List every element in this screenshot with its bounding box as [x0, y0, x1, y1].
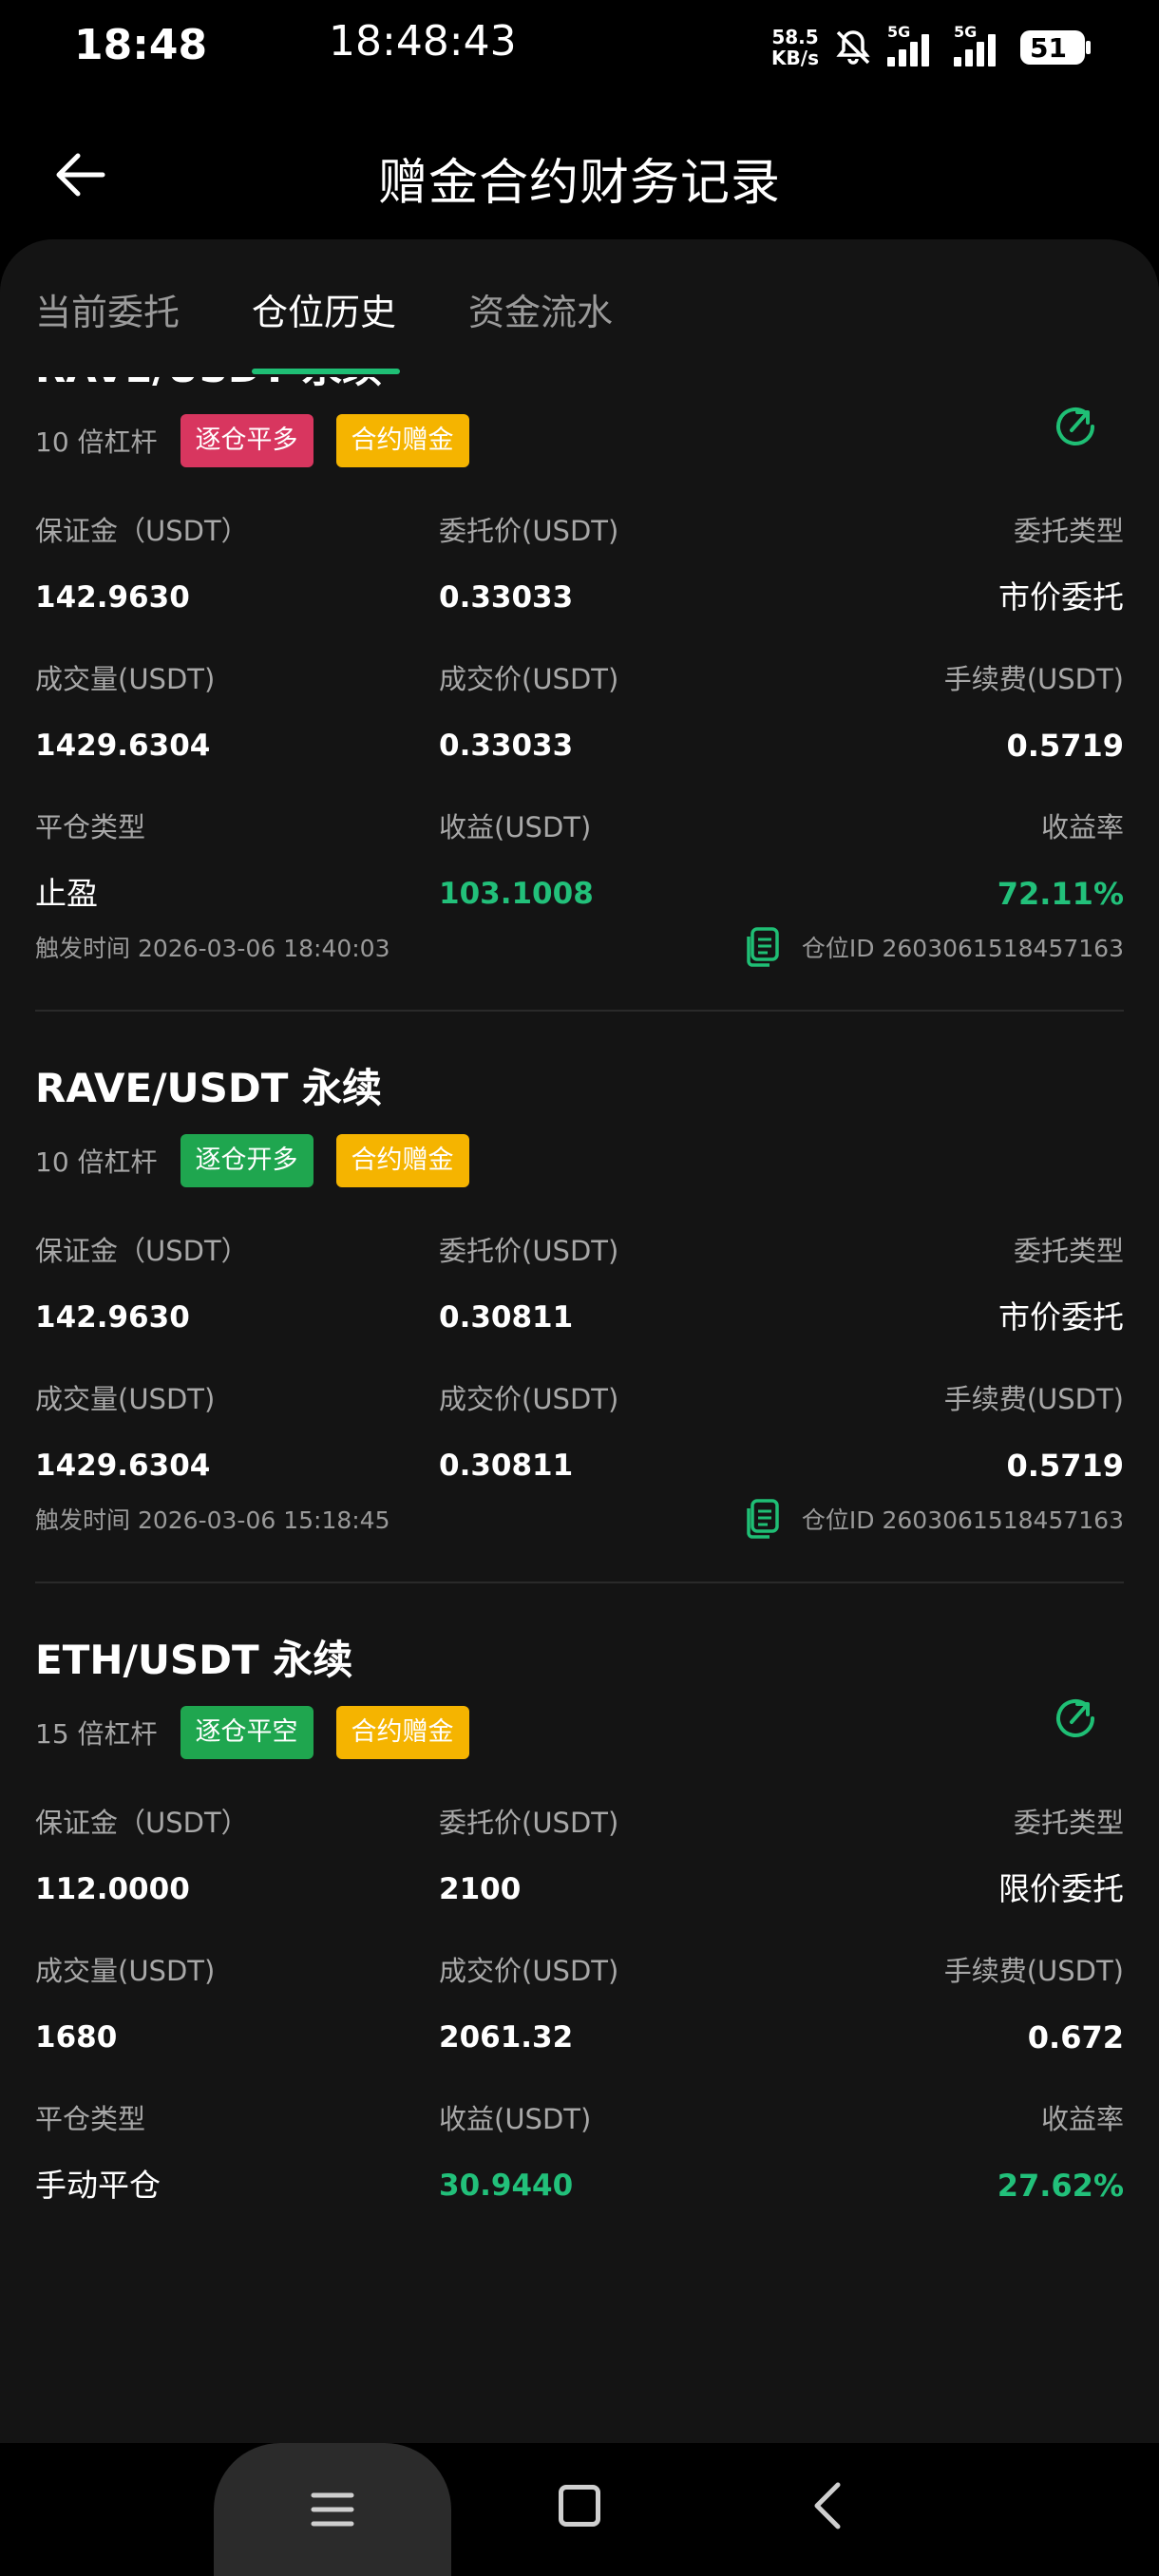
side-badge: 逐仓开多 [180, 1134, 314, 1187]
order-type-value: 市价委托 [998, 578, 1124, 616]
share-icon[interactable] [1049, 1692, 1102, 1745]
fill-price-value: 2061.32 [439, 2020, 574, 2055]
battery-icon: 51 [1020, 30, 1091, 65]
status-clock: 18:48:43 [329, 17, 517, 66]
fill-price-value: 0.33033 [439, 729, 574, 763]
record-card: ETH/USDT 永续 15 倍杠杆 逐仓平空 合约赠金 保证金（USDT） 11… [0, 1631, 1159, 2248]
battery-level: 51 [1030, 31, 1067, 64]
fill-price-value: 0.30811 [439, 1449, 574, 1483]
status-icons: 58.5 KB/s 5G 5G 51 [771, 23, 1091, 72]
active-tab-indicator [252, 369, 400, 374]
position-id: 仓位ID 2603061518457163 [745, 927, 1124, 967]
order-price-value: 2100 [439, 1872, 522, 1906]
copy-icon[interactable] [745, 927, 781, 967]
record-badges: 15 倍杠杆 逐仓平空 合约赠金 [35, 1705, 1124, 1760]
side-badge: 逐仓平多 [180, 414, 314, 467]
menu-icon [311, 2492, 354, 2527]
pnl-rate-value: 27.62% [997, 2168, 1124, 2204]
record-details: 保证金（USDT） 112.0000 委托价(USDT) 2100 委托类型 限价委托… [35, 1807, 1124, 2204]
close-type-value: 止盈 [35, 875, 98, 912]
order-price-value: 0.30811 [439, 1300, 574, 1335]
pnl-value: 30.9440 [439, 2169, 574, 2203]
nav-back-button[interactable] [808, 2479, 846, 2536]
content-panel: 当前委托 仓位历史 资金流水 RAVE/USDT 永续 10 倍杠杆 逐仓平多 … [0, 239, 1159, 2443]
volume-value: 1429.6304 [35, 729, 211, 763]
network-speed: 58.5 KB/s [771, 26, 819, 69]
tab-fund-flow[interactable]: 资金流水 [468, 283, 613, 335]
bonus-badge: 合约赠金 [335, 414, 469, 467]
margin-value: 142.9630 [35, 580, 190, 615]
leverage-label: 15 倍杠杆 [35, 1718, 158, 1750]
record-card: RAVE/USDT 永续 10 倍杠杆 逐仓平多 合约赠金 保证金（USDT）1… [0, 377, 1159, 1012]
record-badges: 10 倍杠杆 逐仓开多 合约赠金 [35, 1133, 1124, 1188]
divider [35, 1582, 1124, 1583]
bonus-badge: 合约赠金 [335, 1134, 469, 1187]
order-price-value: 0.33033 [439, 580, 574, 615]
trigger-time: 触发时间 2026-03-06 15:18:45 [35, 1506, 390, 1534]
trigger-time: 触发时间 2026-03-06 18:40:03 [35, 935, 390, 962]
record-list: RAVE/USDT 永续 10 倍杠杆 逐仓平多 合约赠金 保证金（USDT）1… [0, 377, 1159, 2248]
record-badges: 10 倍杠杆 逐仓平多 合约赠金 [35, 413, 1124, 468]
system-nav-bar [0, 2443, 1159, 2576]
fee-value: 0.5719 [1006, 728, 1124, 764]
page-title: 赠金合约财务记录 [377, 155, 781, 212]
tab-current-orders[interactable]: 当前委托 [35, 283, 180, 335]
record-details: 保证金（USDT） 142.9630 委托价(USDT) 0.33033 委托类型市… [35, 515, 1124, 912]
signal-5g-icon: 5G [887, 23, 940, 66]
pnl-value: 103.1008 [439, 877, 594, 911]
status-bar: 18:48 18:48:43 58.5 KB/s 5G 5G 51 [0, 0, 1159, 95]
record-details: 保证金（USDT） 142.9630 委托价(USDT) 0.30811 委托类型市… [35, 1235, 1124, 1484]
position-id: 仓位ID 2603061518457163 [745, 1499, 1124, 1539]
signal-5g-icon: 5G [954, 23, 1007, 66]
margin-value: 142.9630 [35, 1300, 190, 1335]
order-type-value: 市价委托 [998, 1298, 1124, 1335]
record-symbol: RAVE/USDT 永续 [35, 1065, 383, 1111]
app-header: 赠金合约财务记录 [0, 95, 1159, 237]
side-badge: 逐仓平空 [180, 1706, 314, 1759]
pnl-rate-value: 72.11% [997, 876, 1124, 912]
menu-button[interactable] [214, 2443, 451, 2576]
home-button[interactable] [559, 2485, 600, 2527]
margin-value: 112.0000 [35, 1872, 190, 1906]
leverage-label: 10 倍杠杆 [35, 1146, 158, 1178]
bonus-badge: 合约赠金 [335, 1706, 469, 1759]
record-card: RAVE/USDT 永续 10 倍杠杆 逐仓开多 合约赠金 保证金（USDT） 1… [0, 1059, 1159, 1583]
leverage-label: 10 倍杠杆 [35, 426, 158, 458]
order-type-value: 限价委托 [998, 1870, 1124, 1907]
record-symbol: RAVE/USDT 永续 [35, 377, 1124, 398]
close-type-value: 手动平仓 [35, 2167, 161, 2204]
fee-value: 0.5719 [1006, 1448, 1124, 1484]
divider [35, 1010, 1124, 1012]
chevron-left-icon [814, 2482, 841, 2529]
copy-icon[interactable] [745, 1499, 781, 1539]
volume-value: 1680 [35, 2020, 118, 2055]
volume-value: 1429.6304 [35, 1449, 211, 1483]
fee-value: 0.672 [1027, 2019, 1124, 2055]
share-icon[interactable] [1049, 400, 1102, 453]
tab-position-history[interactable]: 仓位历史 [252, 283, 396, 335]
record-symbol: ETH/USDT 永续 [35, 1637, 353, 1683]
record-list-scroll[interactable]: RAVE/USDT 永续 10 倍杠杆 逐仓平多 合约赠金 保证金（USDT）1… [0, 377, 1159, 2443]
mute-bell-icon [832, 27, 874, 68]
tab-bar: 当前委托 仓位历史 资金流水 [0, 239, 1159, 377]
status-time: 18:48 [74, 21, 208, 69]
